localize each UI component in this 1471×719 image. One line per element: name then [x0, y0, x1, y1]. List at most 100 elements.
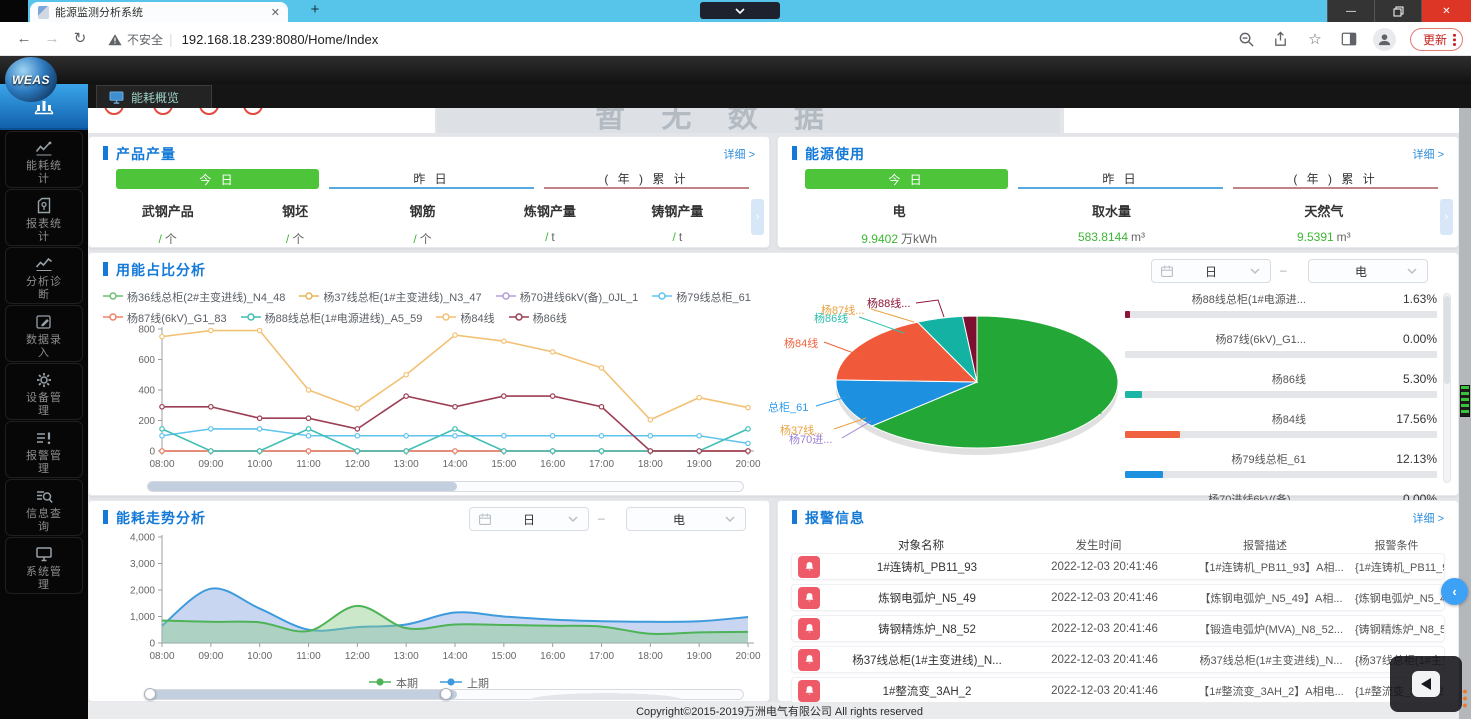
recorder-play-icon[interactable]	[1412, 671, 1440, 697]
svg-text:14:00: 14:00	[442, 459, 467, 470]
line-chart-zoom-slider[interactable]	[147, 481, 744, 492]
browser-tab[interactable]: 能源监测分析系统 ✕	[30, 2, 288, 22]
alarm-bell-icon	[798, 556, 820, 578]
gear-icon	[34, 370, 54, 390]
sidebar-item-label: 能耗统计	[21, 160, 67, 186]
alarm-row[interactable]: 炼钢电弧炉_N5_492022-12-03 20:41:46【炼钢电弧炉_N5_…	[791, 584, 1445, 611]
titlebar-dropdown[interactable]	[700, 2, 780, 19]
detail-link[interactable]: 详细 >	[1413, 146, 1444, 162]
tab-today[interactable]: 今 日	[805, 169, 1008, 189]
col-description: 报警描述	[1181, 537, 1349, 553]
zoom-handle-left[interactable]	[144, 688, 156, 700]
maximize-button[interactable]	[1374, 0, 1421, 22]
alarm-row[interactable]: 杨37线总柜(1#主变进线)_N...2022-12-03 20:41:46杨3…	[791, 646, 1445, 673]
zoom-out-icon[interactable]	[1237, 29, 1257, 49]
metric: 钢筋/个	[359, 201, 486, 247]
expand-right-button[interactable]: ›	[1440, 199, 1453, 235]
svg-text:19:00: 19:00	[687, 459, 712, 470]
metric-name: 取水量	[1005, 201, 1217, 220]
sidebar-item-gear[interactable]: 设备管理	[5, 363, 83, 420]
rank-scrollbar-thumb[interactable]	[1444, 296, 1450, 384]
sidebar-item-report[interactable]: 报表统计	[5, 189, 83, 246]
scrollbar-thumb[interactable]	[1460, 385, 1470, 417]
trend-icon	[34, 138, 54, 158]
detail-link[interactable]: 详细 >	[1413, 510, 1444, 526]
period-select[interactable]: 日	[469, 507, 589, 531]
legend-label: 杨36线总柜(2#主变进线)_N4_48	[127, 289, 285, 305]
proportion-rank-list: 杨88线总柜(1#电源进...1.63%杨87线(6kV)_G1...0.00%…	[1125, 291, 1437, 531]
tab-yesterday[interactable]: 昨 日	[1018, 169, 1223, 189]
legend-marker	[369, 677, 391, 690]
legend-item[interactable]: 杨70进线6kV(备)_0JL_1	[496, 289, 639, 305]
trend-analysis-panel: 能耗走势分析 日 – 电 01,0002,0003,0004,00008:000…	[88, 500, 770, 702]
collapse-left-button[interactable]: ‹	[1441, 578, 1468, 605]
energy-type-select[interactable]: 电	[1308, 259, 1428, 283]
panel-marker	[103, 510, 108, 524]
alarm-row[interactable]: 1#整流变_3AH_22022-12-03 20:41:46【1#整流变_3AH…	[791, 677, 1445, 704]
alarm-cell-icon	[798, 556, 832, 578]
svg-text:09:00: 09:00	[198, 651, 223, 662]
rank-bar-track	[1125, 431, 1437, 438]
new-tab-button[interactable]: +	[305, 1, 325, 18]
expand-right-button[interactable]: ›	[751, 199, 764, 235]
sidebar-item-search[interactable]: 信息查询	[5, 479, 83, 536]
energy-type-select[interactable]: 电	[626, 507, 746, 531]
sidebar-item-system[interactable]: 系统管理	[5, 537, 83, 594]
zoom-handle-right[interactable]	[440, 688, 452, 700]
browser-toolbar: ← → ↻ 不安全 | 192.168.18.239:8080/Home/Ind…	[0, 22, 1471, 56]
calendar-icon	[478, 512, 492, 526]
svg-text:11:00: 11:00	[296, 459, 321, 470]
overlay-menu-dots[interactable]	[1463, 688, 1467, 710]
sidebar-item-analysis[interactable]: 分析诊断	[5, 247, 83, 304]
tab-today[interactable]: 今 日	[116, 169, 319, 189]
bookmark-star-icon[interactable]: ☆	[1305, 29, 1325, 49]
back-icon[interactable]: ←	[12, 27, 36, 51]
svg-text:600: 600	[138, 355, 155, 366]
toolbar-actions: ☆ 更新	[1237, 26, 1463, 52]
trend-zoom-slider[interactable]	[147, 689, 744, 700]
tab-energy-overview[interactable]: 能耗概览	[96, 85, 212, 108]
legend-item[interactable]: 杨79线总柜_61	[652, 289, 751, 305]
side-panel-icon[interactable]	[1339, 29, 1359, 49]
detail-link[interactable]: 详细 >	[724, 146, 755, 162]
alarm-object-name: 铸钢精炼炉_N8_52	[832, 621, 1022, 637]
zoom-slider-fill[interactable]	[148, 690, 457, 699]
svg-text:18:00: 18:00	[638, 459, 663, 470]
sidebar-item-edit[interactable]: 数据录入	[5, 305, 83, 362]
address-bar[interactable]: 不安全 | 192.168.18.239:8080/Home/Index	[108, 26, 378, 52]
legend-item[interactable]: 杨36线总柜(2#主变进线)_N4_48	[103, 289, 285, 305]
pie-label: 杨88线...	[867, 295, 910, 311]
share-icon[interactable]	[1271, 29, 1291, 49]
svg-text:12:00: 12:00	[345, 459, 370, 470]
tab-year-total[interactable]: ( 年 ) 累 计	[544, 169, 749, 189]
analysis-icon	[34, 254, 54, 274]
browser-update-button[interactable]: 更新	[1410, 28, 1463, 51]
panel-title: 用能占比分析	[116, 260, 206, 280]
close-button[interactable]: ✕	[1421, 0, 1471, 22]
rank-item: 杨84线17.56%	[1125, 411, 1437, 438]
alarm-row[interactable]: 1#连铸机_PB11_932022-12-03 20:41:46【1#连铸机_P…	[791, 553, 1445, 580]
alarm-time: 2022-12-03 20:41:46	[1022, 561, 1187, 573]
period-select[interactable]: 日	[1151, 259, 1271, 283]
sidebar-item-alarm[interactable]: 报警管理	[5, 421, 83, 478]
zoom-slider-fill[interactable]	[148, 482, 457, 491]
reload-icon[interactable]: ↻	[68, 27, 92, 51]
browser-menu-icon[interactable]	[1453, 33, 1456, 46]
minimize-button[interactable]: —	[1327, 0, 1374, 22]
legend-item[interactable]: 杨37线总柜(1#主变进线)_N3_47	[299, 289, 481, 305]
sidebar-item-trend[interactable]: 能耗统计	[5, 131, 83, 188]
tab-yesterday[interactable]: 昨 日	[329, 169, 534, 189]
panel-title: 产品产量	[116, 144, 176, 164]
recorder-overlay[interactable]	[1390, 656, 1462, 712]
rank-scrollbar[interactable]	[1443, 293, 1451, 483]
svg-text:08:00: 08:00	[149, 459, 174, 470]
tab-close-icon[interactable]: ✕	[271, 6, 280, 19]
rank-percent: 1.63%	[1403, 292, 1437, 306]
alarm-row[interactable]: 铸钢精炼炉_N8_522022-12-03 20:41:46【锻造电弧炉(MVA…	[791, 615, 1445, 642]
forward-icon[interactable]: →	[40, 27, 64, 51]
app-window: 能源监测分析系统 ✕ + — ✕ ← → ↻ 不安全 | 192.168.18.…	[0, 0, 1471, 719]
browser-profile-avatar[interactable]	[1373, 28, 1396, 51]
pie-label: 总柜_61	[768, 399, 808, 415]
tab-year-total[interactable]: ( 年 ) 累 计	[1233, 169, 1438, 189]
favicon	[38, 6, 49, 19]
